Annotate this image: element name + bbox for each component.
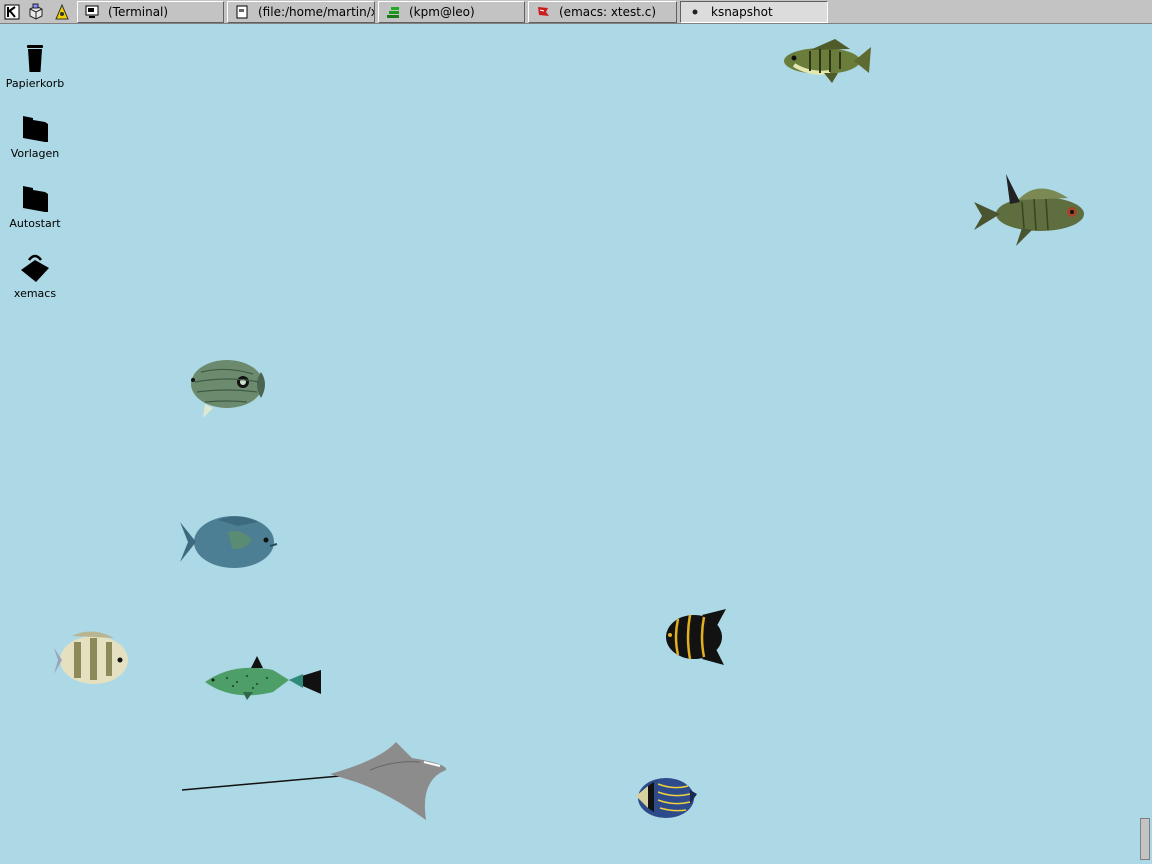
desktop-icon-label: xemacs [13, 287, 57, 300]
task-label: (file:/home/martin/x... [258, 5, 374, 19]
kde-k-icon [4, 4, 20, 20]
task-file-manager[interactable]: (file:/home/martin/x... [227, 1, 375, 23]
package-icon [29, 3, 43, 20]
file-manager-icon [234, 4, 250, 20]
quick-launch-package[interactable] [26, 2, 46, 22]
task-label: (Terminal) [108, 5, 169, 19]
fish-filefish-green [205, 656, 321, 700]
fish-butterflyfish [191, 360, 265, 418]
fish-squirrelfish [974, 174, 1084, 246]
stingray [181, 742, 447, 820]
wizard-icon [55, 3, 69, 20]
folder-icon [23, 186, 48, 212]
kde-menu-button[interactable] [2, 2, 22, 22]
trash-icon [27, 45, 43, 72]
emacs-icon [535, 4, 551, 20]
process-monitor-icon [385, 4, 401, 20]
terminal-icon [84, 4, 100, 20]
desktop-icon-label: Autostart [9, 217, 61, 230]
fish-angelfish-pale [54, 631, 128, 684]
desktop-edge-handle[interactable] [1140, 818, 1150, 860]
desktop: Papierkorb Vorlagen Autostart xemacs [0, 24, 1152, 864]
desktop-icon-autostart[interactable]: Autostart [0, 182, 70, 230]
desktop-icon-papierkorb[interactable]: Papierkorb [0, 42, 70, 90]
taskbar: (Terminal) (file:/home/martin/x... (kpm@… [0, 0, 1152, 24]
desktop-icon-vorlagen[interactable]: Vorlagen [0, 112, 70, 160]
quick-launch-wizard[interactable] [52, 2, 72, 22]
fish-french-angelfish [666, 609, 726, 665]
task-ksnapshot[interactable]: ksnapshot [680, 1, 828, 23]
camera-icon [687, 4, 703, 20]
fish-blue-tang [180, 516, 278, 568]
task-label: (emacs: xtest.c) [559, 5, 657, 19]
desktop-icon-label: Vorlagen [10, 147, 60, 160]
folder-icon [23, 116, 48, 142]
task-process-monitor[interactable]: (kpm@leo) [378, 1, 525, 23]
fish-emperor-angelfish [636, 778, 697, 818]
task-terminal[interactable]: (Terminal) [77, 1, 224, 23]
task-label: (kpm@leo) [409, 5, 475, 19]
task-label: ksnapshot [711, 5, 773, 19]
fish-green-striped [784, 39, 871, 83]
xemacs-icon [21, 254, 49, 282]
desktop-icon-xemacs[interactable]: xemacs [0, 252, 70, 300]
desktop-icon-label: Papierkorb [5, 77, 65, 90]
task-emacs[interactable]: (emacs: xtest.c) [528, 1, 677, 23]
